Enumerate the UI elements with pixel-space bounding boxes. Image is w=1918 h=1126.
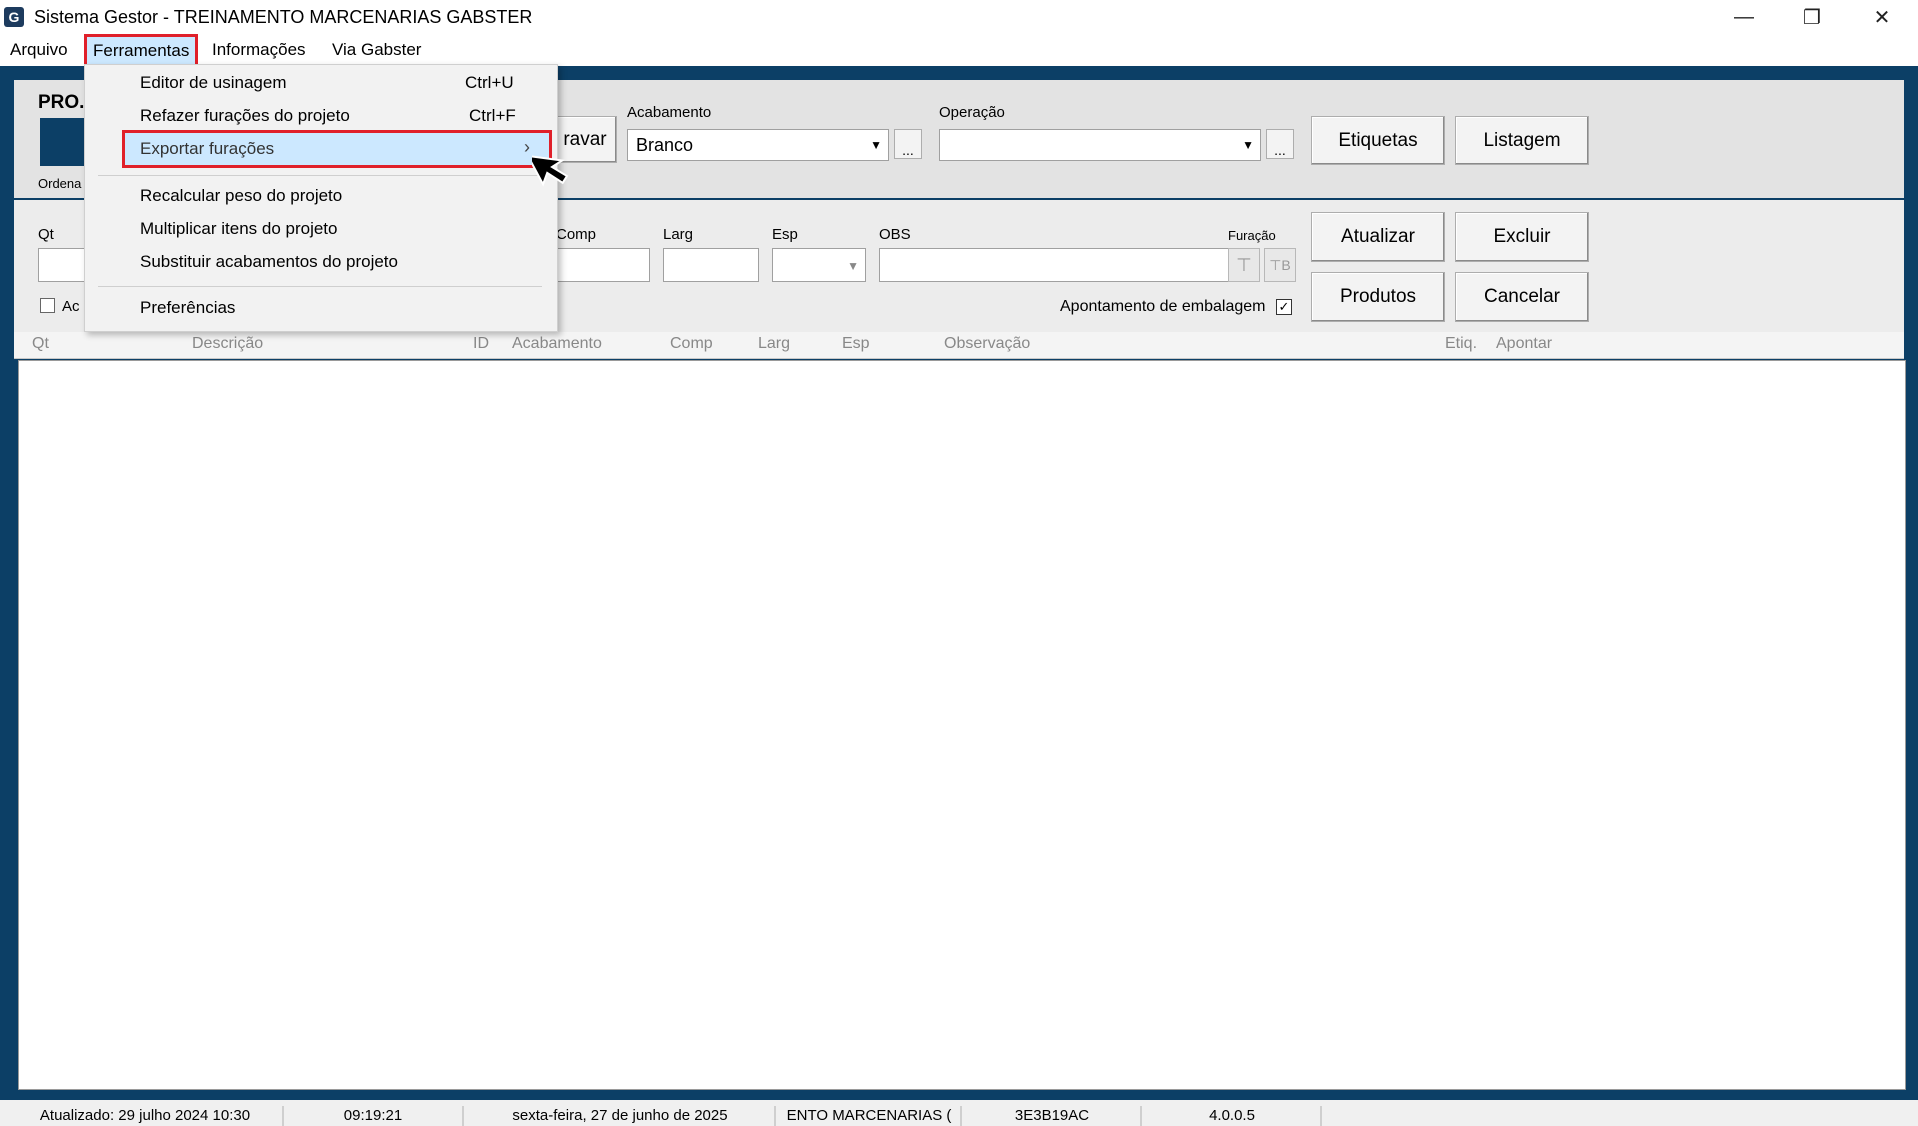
obs-label: OBS	[879, 226, 911, 243]
menu-recalcular-peso[interactable]: Recalcular peso do projeto	[140, 186, 342, 206]
status-time: 09:19:21	[284, 1106, 464, 1126]
col-acabamento[interactable]: Acabamento	[512, 335, 602, 353]
menu-ferramentas[interactable]: Ferramentas	[84, 34, 199, 68]
menu-substituir-acabamentos[interactable]: Substituir acabamentos do projeto	[140, 252, 398, 272]
acabamento-label: Acabamento	[627, 104, 712, 121]
col-observacao[interactable]: Observação	[944, 335, 1030, 353]
col-descricao[interactable]: Descrição	[192, 335, 263, 353]
etiquetas-button[interactable]: Etiquetas	[1311, 116, 1445, 165]
col-apontar[interactable]: Apontar	[1496, 335, 1552, 353]
items-grid[interactable]	[18, 360, 1906, 1090]
menu-informacoes[interactable]: Informações	[206, 38, 312, 62]
qt-input[interactable]	[38, 248, 88, 282]
window-title: Sistema Gestor - TREINAMENTO MARCENARIAS…	[34, 7, 533, 27]
listagem-button[interactable]: Listagem	[1455, 116, 1589, 165]
furacao-bottom-icon[interactable]: ⊤B	[1264, 248, 1296, 282]
atualizar-button[interactable]: Atualizar	[1311, 212, 1445, 262]
acabamento-more-button[interactable]: ...	[894, 129, 922, 159]
esp-label: Esp	[772, 226, 798, 243]
excluir-button[interactable]: Excluir	[1455, 212, 1589, 262]
submenu-arrow-icon: ›	[524, 137, 530, 157]
larg-label: Larg	[663, 226, 694, 243]
menu-arquivo[interactable]: Arquivo	[4, 38, 74, 62]
menu-separator	[98, 286, 542, 287]
menu-preferencias[interactable]: Preferências	[140, 298, 235, 318]
status-date: sexta-feira, 27 de junho de 2025	[466, 1106, 776, 1126]
cancelar-button[interactable]: Cancelar	[1455, 272, 1589, 322]
col-esp[interactable]: Esp	[842, 335, 870, 353]
menu-exportar-furacoes-label: Exportar furações	[140, 139, 275, 158]
operacao-more-button[interactable]: ...	[1266, 129, 1294, 159]
larg-input[interactable]	[663, 248, 759, 282]
obs-input[interactable]	[879, 248, 1229, 282]
chevron-down-icon[interactable]: ▼	[1242, 138, 1254, 152]
menu-editor-usinagem[interactable]: Editor de usinagem	[140, 73, 286, 93]
menu-separator	[98, 175, 542, 176]
col-qt[interactable]: Qt	[32, 335, 49, 353]
shortcut-ctrl-u: Ctrl+U	[465, 73, 514, 92]
col-comp[interactable]: Comp	[670, 335, 713, 353]
ac-label: Ac	[62, 298, 80, 315]
qt-label: Qt	[38, 226, 54, 243]
chevron-down-icon[interactable]: ▼	[870, 138, 882, 152]
col-id[interactable]: ID	[473, 335, 489, 353]
app-logo-icon: G	[4, 7, 24, 27]
close-button[interactable]: ✕	[1848, 0, 1916, 34]
chevron-down-icon[interactable]: ▼	[847, 259, 859, 273]
status-id: 3E3B19AC	[964, 1106, 1142, 1126]
produtos-button[interactable]: Produtos	[1311, 272, 1445, 322]
furacao-top-icon[interactable]: ⊤	[1228, 248, 1260, 282]
status-company: ENTO MARCENARIAS (	[778, 1106, 962, 1126]
comp-label: Comp	[556, 226, 597, 243]
operacao-label: Operação	[939, 104, 1005, 121]
col-etiq[interactable]: Etiq.	[1445, 335, 1477, 353]
ac-checkbox[interactable]	[40, 298, 55, 313]
acabamento-value: Branco	[636, 135, 694, 155]
project-label: PRO.	[38, 92, 85, 113]
status-updated: Atualizado: 29 julho 2024 10:30	[8, 1106, 284, 1126]
menu-multiplicar-itens[interactable]: Multiplicar itens do projeto	[140, 219, 337, 239]
project-color-swatch	[40, 118, 86, 166]
shortcut-ctrl-f: Ctrl+F	[469, 106, 516, 125]
minimize-button[interactable]: —	[1710, 0, 1778, 34]
ordena-label: Ordena	[38, 176, 82, 191]
menu-refazer-furacoes[interactable]: Refazer furações do projeto	[140, 106, 350, 126]
operacao-select[interactable]: ▼	[939, 129, 1261, 161]
menu-via-gabster[interactable]: Via Gabster	[326, 38, 427, 62]
esp-select[interactable]: ▼	[772, 248, 866, 282]
apontamento-checkbox[interactable]: ✓	[1276, 299, 1292, 315]
mouse-cursor-icon	[532, 154, 569, 187]
col-larg[interactable]: Larg	[758, 335, 790, 353]
maximize-button[interactable]: ❐	[1778, 0, 1846, 34]
status-version: 4.0.0.5	[1144, 1106, 1322, 1126]
acabamento-select[interactable]: Branco ▼	[627, 129, 889, 161]
furacao-label: Furação	[1228, 228, 1276, 243]
comp-input[interactable]	[556, 248, 650, 282]
apontamento-label: Apontamento de embalagem	[1060, 298, 1266, 315]
